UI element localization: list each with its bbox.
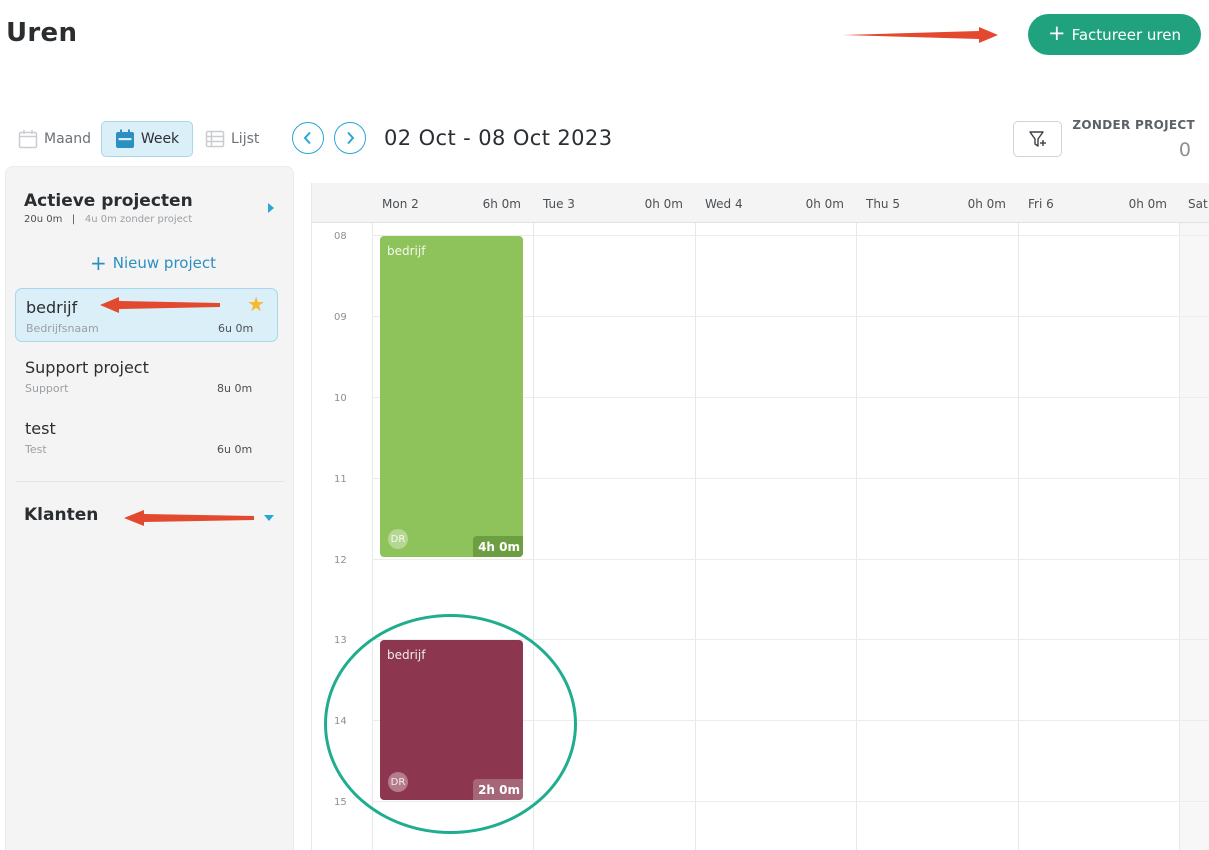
- project-name: test: [25, 419, 56, 438]
- plus-icon: +: [1048, 21, 1066, 45]
- day-header-mon: Mon 2 6h 0m: [372, 183, 533, 223]
- chevron-right-icon: [347, 131, 355, 145]
- column-line: [1179, 223, 1180, 850]
- new-project-label: Nieuw project: [112, 254, 216, 272]
- chevron-left-icon: [303, 131, 311, 145]
- day-hours: 0h 0m: [644, 197, 683, 211]
- plus-icon: +: [90, 251, 107, 275]
- day-header-fri: Fri 6 0h 0m: [1018, 183, 1179, 223]
- no-project-label: ZONDER PROJECT: [1072, 118, 1195, 132]
- invoice-hours-label: Factureer uren: [1071, 25, 1181, 44]
- project-item-test[interactable]: test Test 6u 0m: [15, 410, 278, 464]
- hour-label: 13: [334, 635, 347, 646]
- calendar-icon: [18, 130, 38, 149]
- annotation-highlight-circle: [324, 614, 577, 834]
- hour-label: 15: [334, 797, 347, 808]
- project-client: Support: [25, 382, 69, 395]
- list-icon: [205, 130, 225, 148]
- chevron-down-icon[interactable]: [264, 515, 274, 521]
- day-header-sat: Sat: [1179, 183, 1209, 223]
- star-icon[interactable]: ★: [247, 292, 265, 316]
- active-projects-summary: 20u 0m | 4u 0m zonder project: [24, 214, 192, 225]
- without-project-hours: 4u 0m zonder project: [84, 214, 193, 225]
- project-hours: 8u 0m: [217, 382, 253, 395]
- project-name: Support project: [25, 358, 149, 377]
- tab-week[interactable]: Week: [101, 121, 193, 157]
- event-title: bedrijf: [387, 244, 426, 258]
- summary-separator: |: [71, 214, 76, 225]
- annotation-arrow-clients: [124, 510, 254, 526]
- column-line: [856, 223, 857, 850]
- weekend-column: [1179, 223, 1209, 850]
- annotation-arrow-header: [843, 27, 998, 43]
- calendar-week-icon: [115, 129, 134, 148]
- filter-add-icon: [1028, 131, 1046, 147]
- hour-line: [372, 559, 1209, 560]
- clients-title[interactable]: Klanten: [24, 505, 98, 525]
- project-client: Test: [25, 443, 47, 456]
- day-hours: 0h 0m: [967, 197, 1006, 211]
- day-hours: 0h 0m: [805, 197, 844, 211]
- day-name: Sat: [1188, 197, 1208, 211]
- day-name: Fri 6: [1028, 197, 1054, 211]
- avatar: DR: [388, 529, 408, 549]
- project-name: bedrijf: [26, 298, 78, 317]
- project-item-support[interactable]: Support project Support 8u 0m: [15, 349, 278, 403]
- hour-label: 10: [334, 393, 347, 404]
- hour-label: 08: [334, 231, 347, 242]
- day-name: Thu 5: [866, 197, 900, 211]
- date-range: 02 Oct - 08 Oct 2023: [384, 126, 613, 150]
- expand-sidebar-icon[interactable]: [268, 203, 274, 213]
- day-header-thu: Thu 5 0h 0m: [856, 183, 1018, 223]
- sidebar-divider: [16, 481, 284, 482]
- day-hours: 6h 0m: [482, 197, 521, 211]
- project-client: Bedrijfsnaam: [26, 322, 99, 335]
- invoice-hours-button[interactable]: + Factureer uren: [1028, 14, 1201, 55]
- day-hours: 0h 0m: [1128, 197, 1167, 211]
- tab-list-label: Lijst: [231, 131, 260, 147]
- hour-label: 12: [334, 555, 347, 566]
- sidebar: Actieve projecten 20u 0m | 4u 0m zonder …: [5, 166, 294, 850]
- tab-month-label: Maand: [44, 131, 91, 147]
- project-hours: 6u 0m: [217, 443, 253, 456]
- total-hours: 20u 0m: [24, 214, 63, 225]
- next-week-button[interactable]: [334, 122, 366, 154]
- no-project-count: 0: [1178, 139, 1191, 161]
- filter-button[interactable]: [1013, 121, 1062, 157]
- column-line: [695, 223, 696, 850]
- page: Uren + Factureer uren Maand Week Lijst 0…: [0, 0, 1209, 850]
- tab-week-label: Week: [140, 131, 180, 147]
- column-line: [1018, 223, 1019, 850]
- day-header-wed: Wed 4 0h 0m: [695, 183, 856, 223]
- day-name: Tue 3: [543, 197, 575, 211]
- day-name: Wed 4: [705, 197, 743, 211]
- new-project-button[interactable]: + Nieuw project: [90, 253, 216, 273]
- active-projects-title: Actieve projecten: [24, 191, 193, 211]
- day-header-tue: Tue 3 0h 0m: [533, 183, 695, 223]
- event-duration: 4h 0m: [473, 536, 523, 557]
- annotation-arrow-project: [100, 297, 220, 313]
- tab-list[interactable]: Lijst: [205, 121, 259, 157]
- page-title: Uren: [6, 18, 78, 48]
- time-entry-event[interactable]: bedrijf DR 4h 0m: [380, 236, 523, 557]
- hour-label: 11: [334, 474, 347, 485]
- calendar-header: Mon 2 6h 0m Tue 3 0h 0m Wed 4 0h 0m Thu …: [312, 183, 1209, 223]
- previous-week-button[interactable]: [292, 122, 324, 154]
- hour-label: 09: [334, 312, 347, 323]
- day-name: Mon 2: [382, 197, 419, 211]
- tab-month[interactable]: Maand: [18, 121, 91, 157]
- project-hours: 6u 0m: [218, 322, 254, 335]
